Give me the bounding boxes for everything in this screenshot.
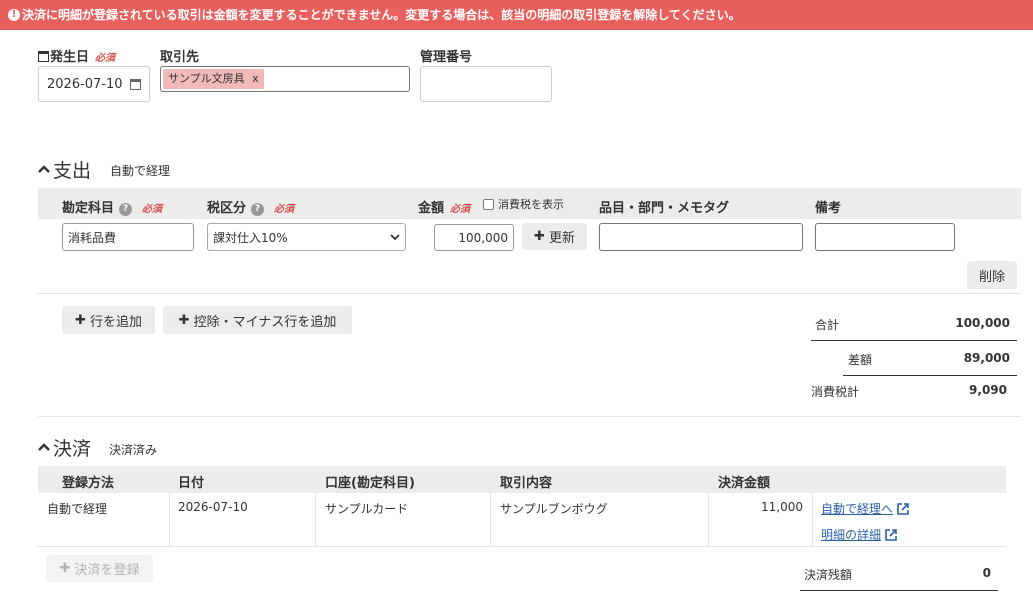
partner-tag[interactable]: サンプル文房具 x [163,69,264,89]
amount-header: 決済金額 [718,476,771,491]
calendar-icon [38,51,49,62]
date-value: 2026-07-10 [47,76,123,92]
settlement-method: 自動で経理 [47,502,108,516]
mgmt-number-input[interactable] [420,66,552,102]
divider [38,546,1006,547]
account-header: 勘定科目? 必須 [62,197,162,216]
delete-button[interactable]: 削除 [967,261,1017,289]
col-divider [315,493,316,546]
col-divider [812,493,813,546]
required-badge: 必須 [142,204,163,215]
show-tax-toggle[interactable]: 消費税を表示 [483,196,564,212]
settlement-content: サンプルブンボウグ [500,502,608,516]
register-settlement-label: 決済を登録 [74,563,140,578]
expense-section-toggle[interactable]: 支出 [38,156,91,183]
partner-label: 取引先 [160,50,200,65]
col-divider [708,493,709,546]
update-button-label: 更新 [548,231,575,246]
detail-link[interactable]: 明細の詳細 [821,526,898,543]
date-field[interactable]: 2026-07-10 [38,66,150,102]
chevron-up-icon [38,162,52,178]
balance-divider [800,590,998,591]
total-label: 合計 [815,318,840,332]
plus-icon: ✚ [534,229,545,244]
partner-field[interactable]: サンプル文房具 x [160,66,410,92]
tax-header-text: 税区分 [207,201,247,216]
plus-icon: ✚ [178,312,190,328]
plus-icon: ✚ [75,312,86,328]
auto-accounting-link-text: 自動で経理へ [821,502,894,516]
settlement-account: サンプルカード [325,502,409,516]
note-input[interactable] [815,223,955,251]
amount-header: 金額 必須 [418,197,470,216]
add-minus-row-button[interactable]: ✚ 控除・マイナス行を追加 [163,306,352,334]
account-header-text: 勘定科目 [62,201,115,216]
settlement-section-toggle[interactable]: 決済 [38,434,91,461]
diff-label: 差額 [848,353,873,367]
plus-icon: ✚ [59,561,71,576]
note-header: 備考 [815,201,842,216]
tax-total-label: 消費税計 [811,385,860,399]
col-divider [169,493,170,546]
required-badge: 必須 [450,204,471,215]
tax-total-value: 9,090 [969,383,1007,397]
help-icon[interactable]: ? [251,203,265,216]
chevron-down-icon [390,230,400,244]
register-settlement-button[interactable]: ✚ 決済を登録 [46,555,153,582]
help-icon[interactable]: ? [119,203,133,216]
alert-banner: ! 決済に明細が登録されている取引は金額を変更することができません。変更する場合… [0,0,1033,30]
auto-accounting-link[interactable]: 自動で経理へ [821,500,910,517]
items-header: 品目・部門・メモタグ [599,201,730,216]
items-input[interactable] [599,223,803,251]
tax-header: 税区分? 必須 [207,197,294,216]
external-link-icon [897,502,909,515]
amount-input[interactable]: 100,000 [434,224,514,251]
tax-select[interactable]: 課対仕入10% [207,223,406,251]
diff-divider [843,375,1017,376]
tag-remove-icon[interactable]: x [252,72,259,85]
method-header: 登録方法 [62,476,115,491]
total-divider [811,340,1017,341]
calendar-icon[interactable] [130,78,141,90]
alert-message: 決済に明細が登録されている取引は金額を変更することができません。変更する場合は、… [22,8,741,22]
chevron-up-icon [38,440,52,456]
date-label-text: 発生日 [50,50,90,65]
account-input[interactable]: 消耗品費 [62,223,194,251]
content-header: 取引内容 [500,476,553,491]
add-minus-row-label: 控除・マイナス行を追加 [193,314,337,330]
settlement-date: 2026-07-10 [178,500,248,514]
amount-header-text: 金額 [418,201,445,216]
settlement-subtitle: 決済済み [109,443,158,457]
external-link-icon [885,528,897,541]
show-tax-checkbox[interactable] [483,198,494,210]
expense-title: 支出 [53,160,92,182]
total-value: 100,000 [955,316,1010,330]
balance-label: 決済残額 [804,568,853,582]
divider [38,416,1021,417]
date-label: 発生日 必須 [38,46,115,65]
col-divider [490,493,491,546]
account-header: 口座(勘定科目) [325,476,415,491]
tax-select-value: 課対仕入10% [213,230,288,245]
settlement-amount: 11,000 [761,500,803,514]
alert-icon: ! [8,9,20,21]
required-badge: 必須 [274,204,295,215]
diff-value: 89,000 [963,351,1010,365]
update-button[interactable]: ✚ 更新 [522,223,587,250]
add-row-button[interactable]: ✚ 行を追加 [62,306,155,334]
detail-link-text: 明細の詳細 [821,528,882,542]
divider [38,293,1021,294]
add-row-label: 行を追加 [89,314,142,330]
settlement-title: 決済 [53,438,92,460]
required-badge: 必須 [95,53,116,64]
partner-tag-label: サンプル文房具 [168,72,245,85]
expense-subtitle: 自動で経理 [110,164,171,178]
show-tax-label: 消費税を表示 [498,198,564,211]
mgmt-label: 管理番号 [420,50,473,65]
balance-value: 0 [982,566,991,580]
date-header: 日付 [178,476,205,491]
